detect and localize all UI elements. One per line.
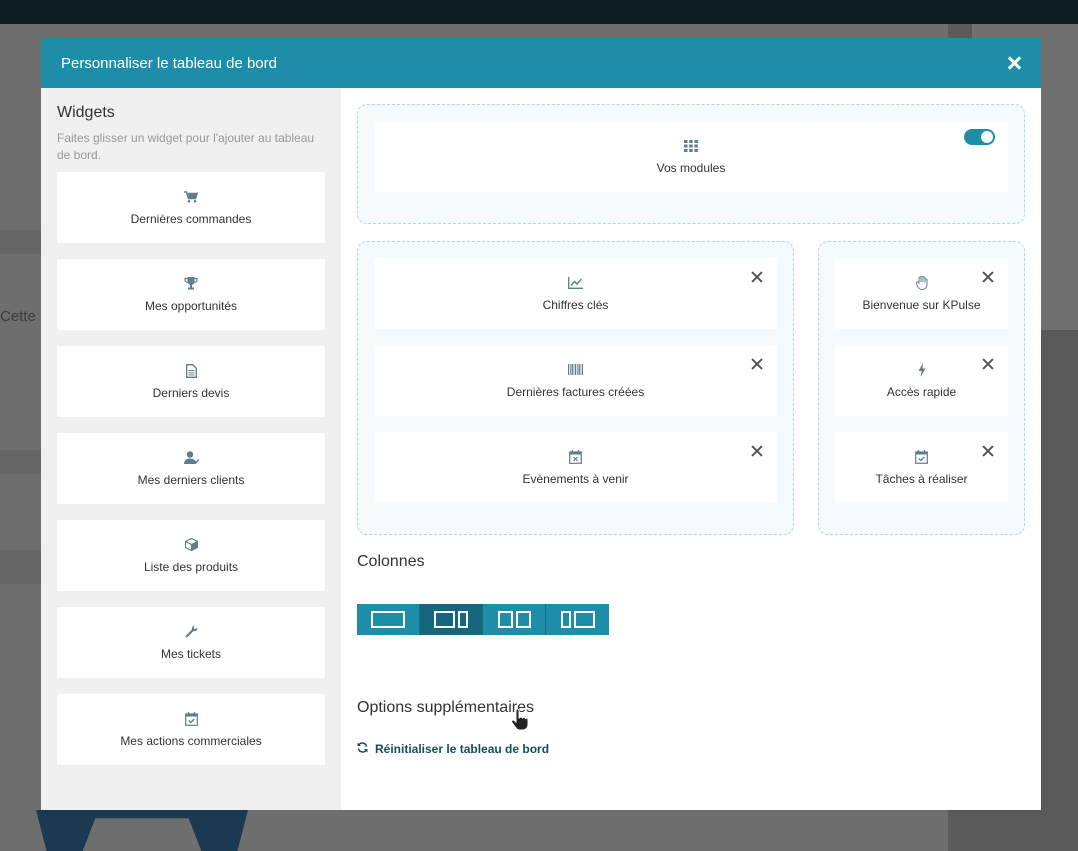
background-topbar (0, 0, 1078, 24)
layout-narrow-wide-button[interactable] (546, 604, 609, 635)
card-dernieres-factures[interactable]: Dernières factures créées (374, 345, 777, 416)
widget-label: Mes tickets (160, 646, 221, 661)
card-label: Accès rapide (886, 384, 957, 399)
background-band (0, 450, 41, 474)
widget-mes-opportunites[interactable]: Mes opportunités (57, 259, 325, 330)
columns-title: Colonnes (357, 553, 425, 570)
dropzone-top[interactable]: Vos modules (357, 104, 1025, 224)
reset-dashboard-label: Réinitialiser le tableau de bord (375, 742, 550, 756)
card-label: Tâches à réaliser (875, 471, 968, 486)
widget-label: Dernières commandes (130, 211, 252, 226)
close-icon[interactable] (751, 271, 763, 283)
modal-header: Personnaliser le tableau de bord (41, 38, 1041, 88)
card-label: Chiffres clés (542, 297, 609, 312)
widget-label: Derniers devis (152, 385, 230, 400)
modal-title: Personnaliser le tableau de bord (61, 54, 277, 72)
widget-mes-derniers-clients[interactable]: Mes derniers clients (57, 433, 325, 504)
column-glyph (371, 611, 405, 628)
widgets-sidebar: Widgets Faites glisser un widget pour l'… (41, 88, 341, 810)
widget-mes-actions-commerciales[interactable]: Mes actions commerciales (57, 694, 325, 765)
grid-icon (684, 139, 698, 153)
reset-dashboard-link[interactable]: Réinitialiser le tableau de bord (357, 742, 549, 756)
column-glyph (515, 611, 531, 628)
card-evenements-a-venir[interactable]: Evènements à venir (374, 432, 777, 503)
widget-derniers-devis[interactable]: Derniers devis (57, 346, 325, 417)
line-chart-icon (568, 276, 583, 290)
column-glyph (458, 611, 468, 628)
background-band (0, 230, 41, 254)
calendar-x-icon (569, 449, 582, 464)
close-icon[interactable] (751, 445, 763, 457)
layout-two-equal-button[interactable] (483, 604, 546, 635)
widget-mes-tickets[interactable]: Mes tickets (57, 607, 325, 678)
column-glyph (560, 611, 571, 628)
close-icon[interactable] (982, 358, 994, 370)
card-bienvenue[interactable]: Bienvenue sur KPulse (835, 258, 1008, 329)
background-text: Cette li (0, 308, 47, 325)
card-label: Vos modules (656, 160, 726, 175)
refresh-icon (357, 742, 368, 756)
widget-dernieres-commandes[interactable]: Dernières commandes (57, 172, 325, 243)
card-label: Bienvenue sur KPulse (862, 297, 981, 312)
bolt-icon (918, 362, 926, 377)
close-icon[interactable] (982, 445, 994, 457)
background-band (0, 550, 41, 584)
card-label: Dernières factures créées (506, 384, 645, 399)
layout-wide-narrow-button[interactable] (420, 604, 483, 635)
barcode-icon (568, 363, 583, 377)
modal-body: Widgets Faites glisser un widget pour l'… (41, 88, 1041, 810)
close-icon[interactable] (1007, 56, 1021, 70)
widget-liste-des-produits[interactable]: Liste des produits (57, 520, 325, 591)
widget-label: Liste des produits (143, 559, 239, 574)
customize-dashboard-modal: Personnaliser le tableau de bord Widgets… (41, 38, 1041, 810)
widgets-help-text: Faites glisser un widget pour l'ajouter … (57, 131, 315, 162)
trophy-icon (184, 277, 198, 291)
wrench-icon (185, 625, 198, 639)
hand-pointer-cursor-icon (510, 708, 530, 736)
card-acces-rapide[interactable]: Accès rapide (835, 345, 1008, 416)
user-icon (183, 451, 199, 465)
document-icon (185, 363, 197, 378)
card-chiffres-cles[interactable]: Chiffres clés (374, 258, 777, 329)
dashboard-layout-area: Vos modules Chiffres clés Dernières fact… (341, 88, 1041, 810)
close-icon[interactable] (982, 271, 994, 283)
column-glyph (497, 611, 513, 628)
calendar-check-icon (915, 449, 928, 464)
columns-selector (357, 604, 609, 635)
card-vos-modules[interactable]: Vos modules (374, 121, 1008, 192)
column-glyph (434, 611, 455, 628)
card-label: Evènements à venir (522, 471, 629, 486)
dropzone-right[interactable]: Bienvenue sur KPulse Accès rapide Tâches… (818, 241, 1025, 535)
hand-icon (915, 275, 928, 290)
widget-label: Mes opportunités (144, 298, 238, 313)
cart-icon (184, 190, 198, 204)
card-taches-a-realiser[interactable]: Tâches à réaliser (835, 432, 1008, 503)
cube-icon (184, 538, 198, 552)
options-title: Options supplémentaires (357, 699, 534, 716)
modules-toggle[interactable] (964, 129, 995, 145)
widget-label: Mes derniers clients (137, 472, 245, 487)
layout-one-column-button[interactable] (357, 604, 420, 635)
widgets-title: Widgets (57, 104, 115, 121)
dropzone-left[interactable]: Chiffres clés Dernières factures créées … (357, 241, 794, 535)
widget-label: Mes actions commerciales (120, 733, 262, 748)
column-glyph (573, 611, 595, 628)
close-icon[interactable] (751, 358, 763, 370)
calendar-check-icon (184, 711, 198, 726)
